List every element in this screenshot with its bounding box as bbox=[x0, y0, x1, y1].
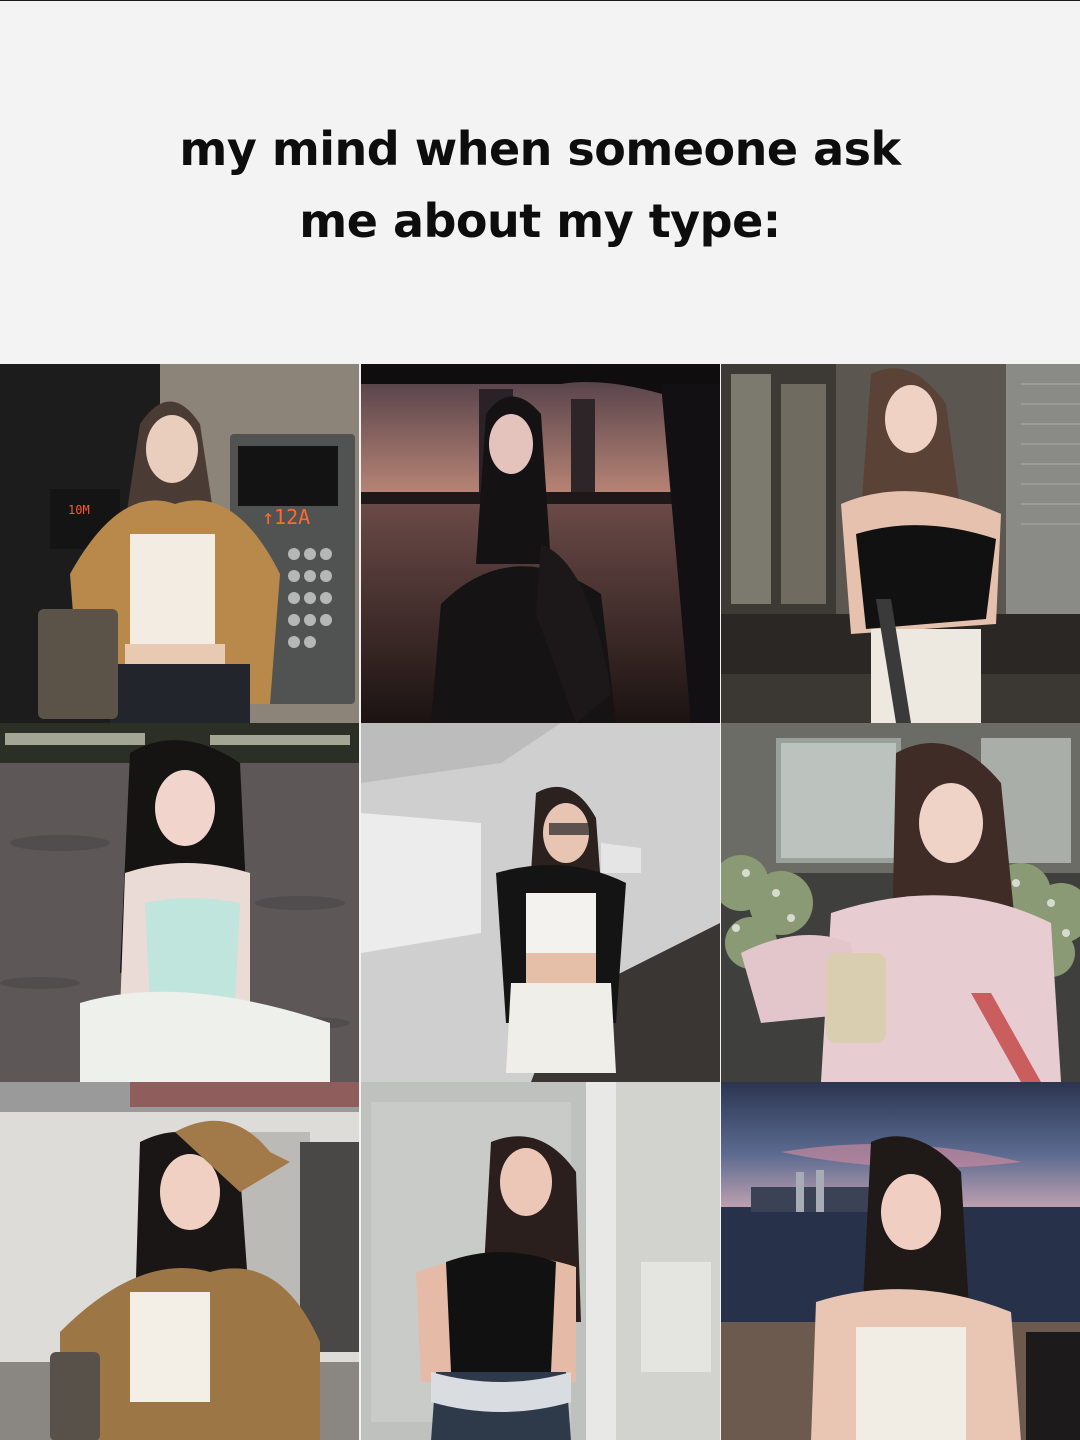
caption-area: my mind when someone ask me about my typ… bbox=[0, 1, 1080, 363]
photo-river-sunset bbox=[361, 364, 720, 723]
photo-office-laughing bbox=[0, 1082, 359, 1440]
meme-post: my mind when someone ask me about my typ… bbox=[0, 0, 1080, 1440]
photo-elevator-lobby: ↑12A 10M bbox=[0, 364, 359, 723]
caption-line-1: my mind when someone ask bbox=[179, 122, 901, 176]
photo-glass-doorway bbox=[361, 1082, 720, 1440]
photo-grid: ↑12A 10M bbox=[0, 364, 1080, 1440]
side-display-text: 10M bbox=[68, 503, 90, 517]
photo-beach-dusk bbox=[721, 1082, 1080, 1440]
photo-beach-night bbox=[0, 723, 359, 1082]
photo-cafe-terrace bbox=[721, 364, 1080, 723]
photo-white-hallway bbox=[361, 723, 720, 1082]
photo-cafe-flowers bbox=[721, 723, 1080, 1082]
elevator-display-text: ↑12A bbox=[262, 505, 310, 529]
caption-line-2: me about my type: bbox=[299, 194, 781, 248]
caption-text: my mind when someone ask me about my typ… bbox=[140, 113, 940, 257]
